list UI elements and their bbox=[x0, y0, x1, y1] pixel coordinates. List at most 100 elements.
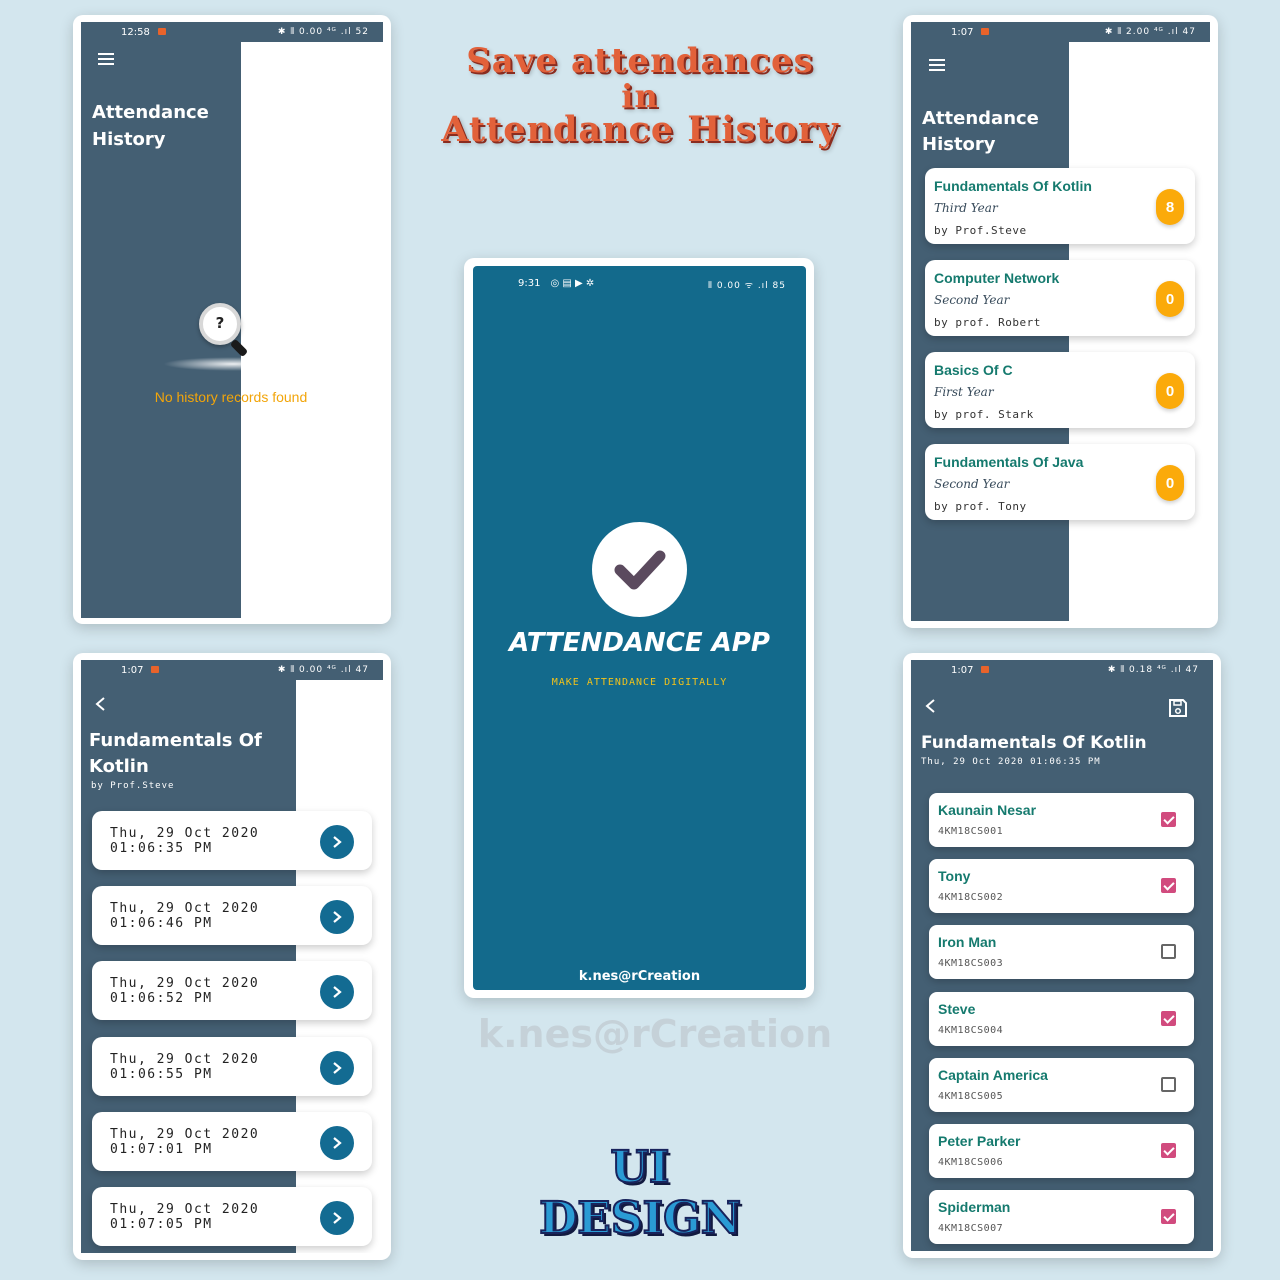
notification-icons: ◎ ▤ ▶ ✲ bbox=[550, 278, 595, 289]
status-bar: 1:07 ✱ ⦀ 0.00 ⁴ᴳ .ıl 47 bbox=[81, 660, 383, 680]
open-session-button[interactable] bbox=[320, 1125, 354, 1160]
session-date: Thu, 29 Oct 2020 bbox=[110, 976, 260, 992]
app-name: ATTENDANCE APP bbox=[509, 628, 770, 658]
course-name: Basics Of C bbox=[934, 362, 1013, 378]
course-year: Third Year bbox=[934, 201, 998, 215]
notification-icon bbox=[151, 666, 160, 673]
splash-footer: k.nes@rCreation bbox=[578, 969, 701, 984]
ui-design-label: UI DESIGN bbox=[538, 1141, 742, 1245]
page-title-line-2: History bbox=[92, 129, 166, 150]
chevron-right-icon bbox=[333, 911, 342, 924]
attendance-count-badge: 0 bbox=[1156, 373, 1184, 409]
student-id: 4KM18CS006 bbox=[938, 1157, 1004, 1168]
present-checkbox[interactable] bbox=[1161, 878, 1176, 894]
session-datetime: Thu, 29 Oct 2020 01:06:55 PM bbox=[110, 1052, 259, 1082]
phone-frame-empty-history: 12:58 ✱ ⦀ 0.00 ⁴ᴳ .ıl 52 Attendance Hist… bbox=[73, 15, 391, 624]
present-checkbox[interactable] bbox=[1161, 944, 1176, 960]
session-date: Thu, 29 Oct 2020 bbox=[110, 826, 260, 841]
present-checkbox[interactable] bbox=[1161, 1010, 1176, 1026]
back-arrow-icon[interactable] bbox=[94, 696, 108, 711]
course-professor: by prof. Robert bbox=[934, 316, 1041, 329]
course-year: Second Year bbox=[934, 293, 1010, 307]
session-time: 01:06:35 PM bbox=[110, 841, 213, 856]
notification-icon bbox=[981, 666, 990, 673]
present-checkbox[interactable] bbox=[1161, 812, 1176, 827]
history-list-screen: 1:07 ✱ ⦀ 2.00 ⁴ᴳ .ıl 47 Attendance Histo… bbox=[911, 22, 1210, 621]
page-title-line-2: History bbox=[922, 134, 996, 155]
status-time: 12:58 bbox=[121, 26, 150, 38]
course-card[interactable]: Fundamentals Of Java Second Year by prof. … bbox=[925, 444, 1195, 520]
notification-icon bbox=[157, 28, 166, 35]
menu-icon[interactable] bbox=[929, 59, 945, 71]
chevron-right-icon bbox=[333, 986, 342, 999]
student-id: 4KM18CS007 bbox=[938, 1223, 1004, 1235]
session-date: Thu, 29 Oct 2020 bbox=[110, 1202, 260, 1217]
course-card[interactable]: Basics Of C First Year by prof. Stark 0 bbox=[925, 352, 1195, 428]
open-session-button[interactable] bbox=[320, 1201, 354, 1235]
student-card[interactable]: Tony 4KM18CS002 bbox=[929, 859, 1194, 914]
heading-line-1: Save attendances bbox=[466, 41, 814, 81]
present-checkbox[interactable] bbox=[1161, 1143, 1176, 1158]
status-icons: ✱ ⦀ 2.00 ⁴ᴳ .ıl 47 bbox=[1104, 27, 1196, 37]
attendance-count-badge: 8 bbox=[1156, 189, 1184, 225]
status-bar: 1:07 ✱ ⦀ 2.00 ⁴ᴳ .ıl 47 bbox=[911, 22, 1210, 42]
splash-screen: 9:31 ◎ ▤ ▶ ✲ ⦀ 0.00 ᯤ .ıl 85 ATTENDANCE A… bbox=[473, 266, 806, 990]
student-name: Iron Man bbox=[938, 934, 997, 951]
empty-history-screen: 12:58 ✱ ⦀ 0.00 ⁴ᴳ .ıl 52 Attendance Hist… bbox=[81, 22, 383, 618]
students-screen: 1:07 ✱ ⦀ 0.18 ⁴ᴳ .ıl 47 Fundamentals Of … bbox=[911, 660, 1213, 1251]
attendance-count-badge: 0 bbox=[1156, 465, 1184, 501]
status-time: 9:31 bbox=[518, 278, 541, 289]
status-icons: ✱ ⦀ 0.18 ⁴ᴳ .ıl 47 bbox=[1107, 665, 1199, 675]
open-session-button[interactable] bbox=[320, 975, 354, 1010]
session-date: Thu, 29 Oct 2020 bbox=[110, 901, 260, 917]
heading-line-3: Attendance History bbox=[441, 109, 839, 150]
attendance-count-badge: 0 bbox=[1156, 281, 1184, 317]
notification-icon bbox=[981, 28, 990, 35]
status-bar: 1:07 ✱ ⦀ 0.18 ⁴ᴳ .ıl 47 bbox=[911, 660, 1213, 680]
course-card[interactable]: Fundamentals Of Kotlin Third Year by Prof.… bbox=[925, 168, 1195, 244]
status-time: 1:07 bbox=[951, 664, 974, 676]
student-card[interactable]: Steve 4KM18CS004 bbox=[929, 991, 1194, 1046]
open-session-button[interactable] bbox=[320, 825, 354, 859]
session-card[interactable]: Thu, 29 Oct 2020 01:06:52 PM bbox=[92, 961, 372, 1021]
student-card[interactable]: Spiderman 4KM18CS007 bbox=[929, 1190, 1194, 1245]
open-session-button[interactable] bbox=[320, 1050, 354, 1085]
save-icon[interactable] bbox=[1168, 698, 1188, 718]
course-card[interactable]: Computer Network Second Year by prof. Robe… bbox=[925, 260, 1195, 336]
session-card[interactable]: Thu, 29 Oct 2020 01:07:01 PM bbox=[92, 1111, 372, 1171]
student-card[interactable]: Kaunain Nesar 4KM18CS001 bbox=[929, 793, 1194, 847]
empty-state-text: No history records found bbox=[154, 389, 308, 405]
student-name: Tony bbox=[938, 868, 971, 885]
session-card[interactable]: Thu, 29 Oct 2020 01:06:46 PM bbox=[92, 886, 372, 946]
question-glyph: ? bbox=[215, 314, 225, 332]
status-bar: 12:58 ✱ ⦀ 0.00 ⁴ᴳ .ıl 52 bbox=[81, 22, 383, 42]
course-professor: by prof. Stark bbox=[934, 408, 1034, 421]
present-checkbox[interactable] bbox=[1161, 1209, 1176, 1225]
session-card[interactable]: Thu, 29 Oct 2020 01:06:35 PM bbox=[92, 811, 372, 870]
session-card[interactable]: Thu, 29 Oct 2020 01:07:05 PM bbox=[92, 1187, 372, 1246]
session-datetime: Thu, 29 Oct 2020 01:06:52 PM bbox=[110, 976, 259, 1006]
student-card[interactable]: Captain America 4KM18CS005 bbox=[929, 1057, 1194, 1112]
course-year: Second Year bbox=[934, 477, 1010, 491]
student-id: 4KM18CS001 bbox=[938, 826, 1004, 837]
empty-shadow bbox=[163, 357, 303, 371]
student-id: 4KM18CS002 bbox=[938, 892, 1004, 904]
session-date: Thu, 29 Oct 2020 bbox=[110, 1051, 260, 1067]
phone-frame-splash: 9:31 ◎ ▤ ▶ ✲ ⦀ 0.00 ᯤ .ıl 85 ATTENDANCE A… bbox=[464, 258, 814, 998]
menu-icon[interactable] bbox=[98, 53, 114, 65]
student-card[interactable]: Iron Man 4KM18CS003 bbox=[929, 925, 1194, 980]
back-arrow-icon[interactable] bbox=[924, 698, 938, 714]
student-id: 4KM18CS003 bbox=[938, 958, 1004, 970]
open-session-button[interactable] bbox=[320, 900, 354, 935]
course-year: First Year bbox=[934, 385, 994, 399]
session-datetime: Thu, 29 Oct 2020 01:07:01 PM bbox=[110, 1127, 259, 1157]
session-time: 01:06:46 PM bbox=[110, 916, 213, 932]
student-name: Peter Parker bbox=[938, 1133, 1021, 1149]
sessions-screen: 1:07 ✱ ⦀ 0.00 ⁴ᴳ .ıl 47 Fundamentals Of … bbox=[81, 660, 383, 1253]
student-card[interactable]: Peter Parker 4KM18CS006 bbox=[929, 1124, 1194, 1178]
session-card[interactable]: Thu, 29 Oct 2020 01:06:55 PM bbox=[92, 1036, 372, 1096]
present-checkbox[interactable] bbox=[1161, 1076, 1176, 1092]
session-time: 01:07:05 PM bbox=[110, 1217, 213, 1232]
phone-frame-students: 1:07 ✱ ⦀ 0.18 ⁴ᴳ .ıl 47 Fundamentals Of … bbox=[903, 653, 1221, 1258]
page-title-line-1: Attendance bbox=[92, 102, 209, 123]
